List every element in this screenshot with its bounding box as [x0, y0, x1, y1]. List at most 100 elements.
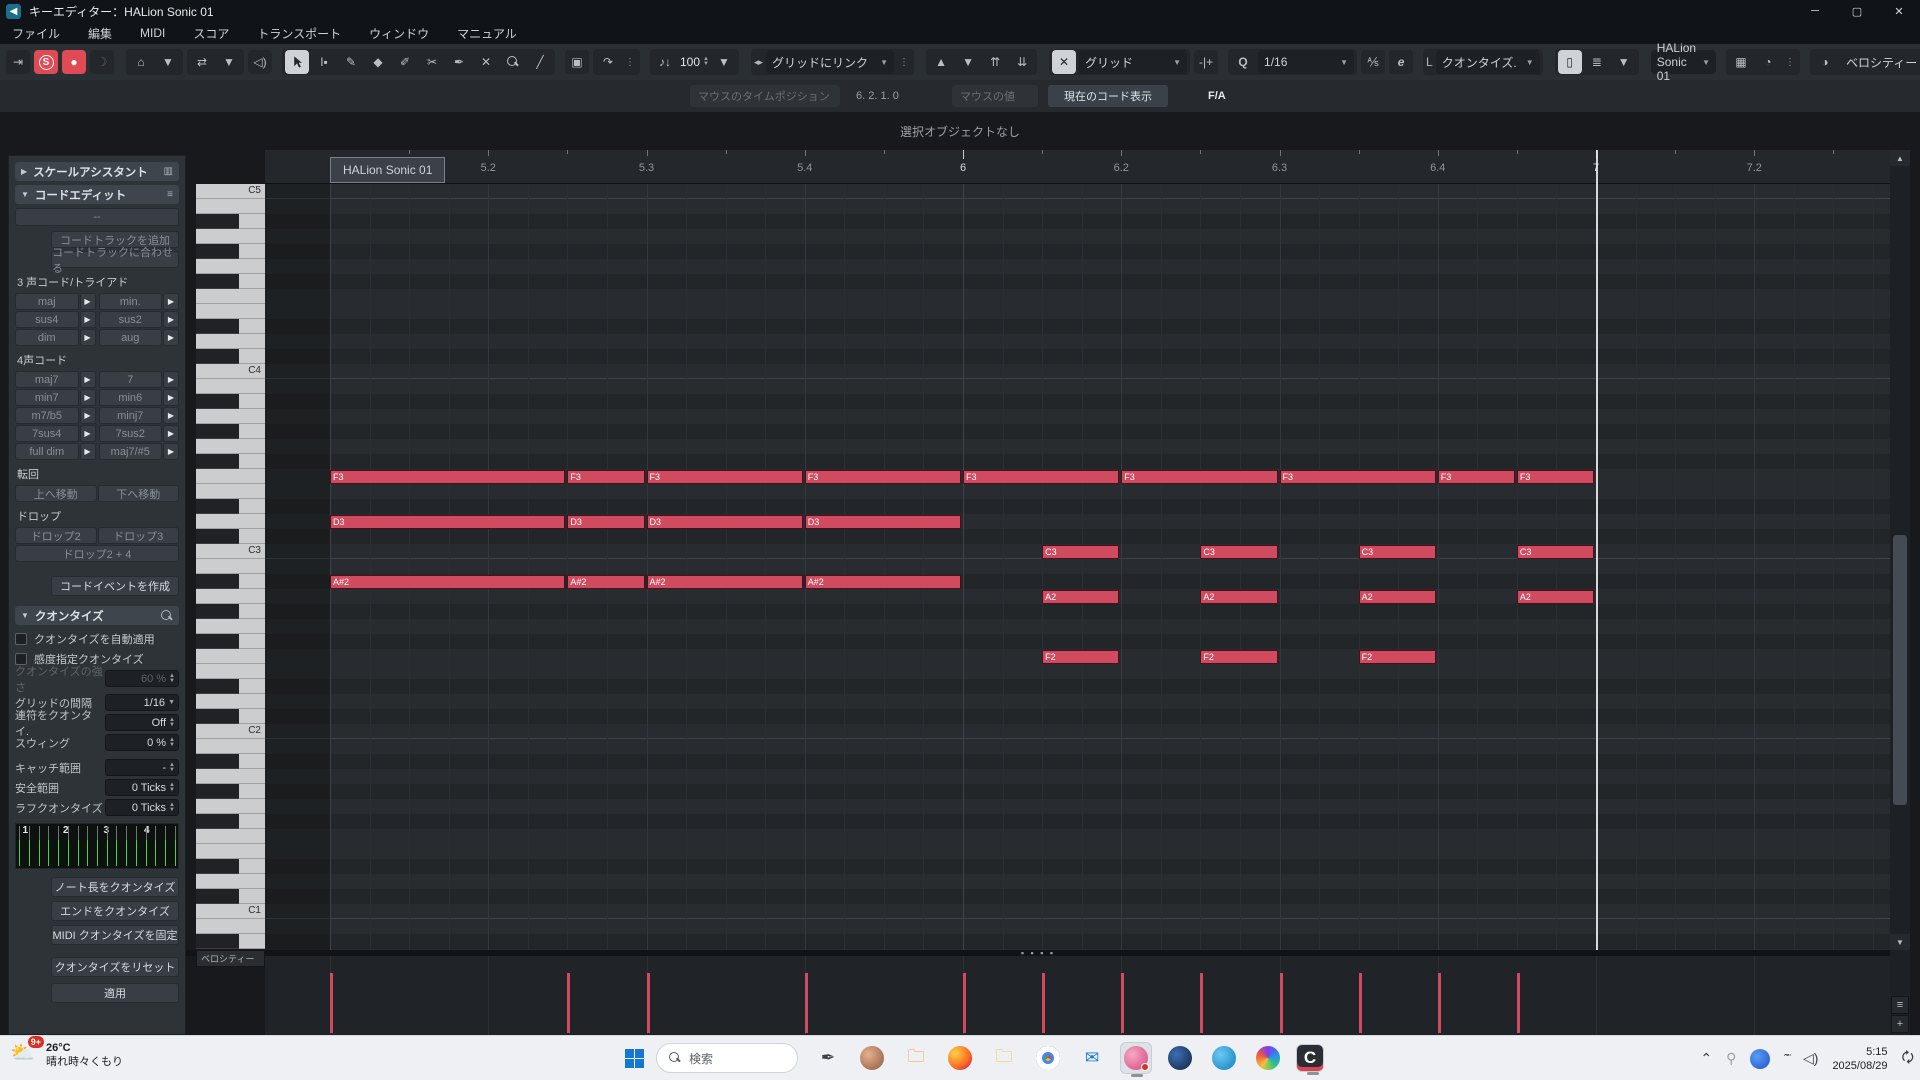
piano-key-71[interactable] [196, 199, 265, 214]
midi-input-icon[interactable]: ◔ [1756, 50, 1780, 74]
velocity-bar[interactable] [1121, 973, 1124, 1033]
seventh-minj7-play-icon[interactable]: ▶ [163, 407, 179, 424]
lane-divider[interactable]: ▪ ▪ ▪ ▪ [186, 950, 1890, 956]
tray-assistant-icon[interactable] [1750, 1049, 1770, 1069]
midi-note-F3[interactable]: F3 [963, 470, 1119, 484]
loop-kebab-icon[interactable]: ⋮ [623, 57, 637, 68]
seventh-min6-play-icon[interactable]: ▶ [163, 389, 179, 406]
midi-note-C3[interactable]: C3 [1042, 545, 1119, 559]
midi-note-F2[interactable]: F2 [1200, 650, 1277, 664]
midi-note-C3[interactable]: C3 [1200, 545, 1277, 559]
seventh-fulldim-button[interactable]: full dim [15, 443, 79, 460]
taskbar-search[interactable]: 検索 [656, 1043, 798, 1073]
widgets-icon[interactable]: ✒ [812, 1042, 844, 1074]
piano-key-22[interactable] [196, 934, 265, 949]
piano-key-47[interactable] [196, 559, 265, 574]
event-colors-combo[interactable]: ベロシティー [1840, 50, 1920, 74]
piano-key-38[interactable] [196, 694, 265, 709]
triad-dim-button[interactable]: dim [15, 329, 79, 346]
piano-key-23[interactable] [196, 919, 265, 934]
menu-ウィンドウ[interactable]: ウィンドウ [369, 25, 429, 42]
link-grid-kebab-icon[interactable]: ⋮ [897, 57, 911, 68]
tray-overflow-chevron-icon[interactable]: ⌃ [1700, 1050, 1712, 1067]
piano-key-26[interactable] [196, 874, 265, 889]
seventh-7sus2-button[interactable]: 7sus2 [99, 425, 163, 442]
seventh-maj7-button[interactable]: maj7 [15, 371, 79, 388]
piano-key-50[interactable] [196, 514, 265, 529]
scale-assistant-header[interactable]: ▶スケールアシスタント ▥ [15, 162, 179, 181]
acoustic-feedback-button[interactable]: ☽ [90, 50, 114, 74]
wifi-icon[interactable]: ῀̈ [1784, 1051, 1789, 1067]
piano-key-65[interactable] [196, 289, 265, 304]
midi-note-F3[interactable]: F3 [1438, 470, 1515, 484]
piano-key-43[interactable] [196, 619, 265, 634]
seventh-maj75-button[interactable]: maj7/#5 [99, 443, 163, 460]
midi-note-D3[interactable]: D3 [567, 515, 644, 529]
vertical-scrollbar[interactable]: ▲ ▼ ≡ + [1890, 150, 1910, 1035]
triad-sus2-button[interactable]: sus2 [99, 311, 163, 328]
velocity-bar[interactable] [805, 973, 808, 1033]
freeze-quantize-button[interactable]: MIDI クオンタイズを固定 [51, 925, 179, 945]
drop2-button[interactable]: ドロップ2 [15, 527, 97, 544]
apply-quantize-button[interactable]: 適用 [51, 983, 179, 1003]
midi-note-F3[interactable]: F3 [1121, 470, 1277, 484]
solo-editor-button[interactable]: S [34, 50, 58, 74]
menu-マニュアル[interactable]: マニュアル [457, 25, 517, 42]
piano-key-64[interactable] [196, 304, 265, 319]
triad-dim-play-icon[interactable]: ▶ [80, 329, 96, 346]
piano-key-49[interactable] [196, 529, 265, 544]
triad-maj-button[interactable]: maj [15, 293, 79, 310]
maximize-button[interactable]: ▢ [1836, 0, 1878, 22]
menu-MIDI[interactable]: MIDI [140, 26, 165, 40]
midi-note-A#2[interactable]: A#2 [567, 575, 644, 589]
triad-min-play-icon[interactable]: ▶ [163, 293, 179, 310]
midi-note-F3[interactable]: F3 [805, 470, 961, 484]
seventh-7sus2-play-icon[interactable]: ▶ [163, 425, 179, 442]
piano-key-24[interactable]: C1 [196, 904, 265, 919]
line-tool[interactable]: ╱ [528, 50, 552, 74]
part-tab[interactable]: HALion Sonic 01 [330, 157, 445, 183]
seventh-7-button[interactable]: 7 [99, 371, 163, 388]
midi-note-A#2[interactable]: A#2 [330, 575, 565, 589]
start-button[interactable] [620, 1044, 648, 1072]
scroll-up-icon[interactable]: ▲ [1890, 150, 1910, 166]
transpose-octave-down-button[interactable]: ⇊ [1010, 50, 1034, 74]
seventh-maj75-play-icon[interactable]: ▶ [163, 443, 179, 460]
velocity-bar[interactable] [1280, 973, 1283, 1033]
firefox-icon[interactable] [944, 1042, 976, 1074]
seventh-fulldim-play-icon[interactable]: ▶ [80, 443, 96, 460]
piano-key-28[interactable] [196, 844, 265, 859]
seventh-7sus4-button[interactable]: 7sus4 [15, 425, 79, 442]
piano-key-33[interactable] [196, 769, 265, 784]
split-tool[interactable]: ✂ [420, 50, 444, 74]
step-input-button[interactable]: -|+ [1194, 50, 1218, 74]
insert-loop-icon[interactable]: ↷ [596, 50, 620, 74]
browser-icon[interactable] [1252, 1042, 1284, 1074]
triad-sus2-play-icon[interactable]: ▶ [163, 311, 179, 328]
mute-tool[interactable]: ✕ [474, 50, 498, 74]
tray-device-icon[interactable]: ⚲ [1726, 1050, 1736, 1067]
drop24-button[interactable]: ドロップ2 + 4 [15, 545, 179, 562]
minimize-button[interactable]: ─ [1794, 0, 1836, 22]
move-up-button[interactable]: 上へ移動 [15, 485, 97, 502]
piano-key-46[interactable] [196, 574, 265, 589]
edit-active-part-icon[interactable]: ≣ [1585, 50, 1609, 74]
part-edit-dropdown[interactable]: ▼ [1612, 50, 1636, 74]
quantize-lengths-button[interactable]: ノート長をクオンタイズ [51, 877, 179, 897]
midi-note-D3[interactable]: D3 [805, 515, 961, 529]
triad-aug-button[interactable]: aug [99, 329, 163, 346]
midi-note-A2[interactable]: A2 [1517, 590, 1594, 604]
midi-note-A#2[interactable]: A#2 [647, 575, 803, 589]
tuplet-value[interactable]: Off▲▼ [105, 714, 179, 731]
speaker-icon[interactable]: ◁) [248, 50, 272, 74]
piano-key-54[interactable] [196, 454, 265, 469]
triad-aug-play-icon[interactable]: ▶ [163, 329, 179, 346]
erase-tool[interactable]: ◆ [366, 50, 390, 74]
piano-key-25[interactable] [196, 889, 265, 904]
seventh-maj7-play-icon[interactable]: ▶ [80, 371, 96, 388]
midi-note-F3[interactable]: F3 [1280, 470, 1436, 484]
grid-spacing-value[interactable]: 1/16▼ [105, 694, 179, 711]
midi-note-F3[interactable]: F3 [330, 470, 565, 484]
chrome-icon[interactable] [1032, 1042, 1064, 1074]
velocity-bar[interactable] [647, 973, 650, 1033]
